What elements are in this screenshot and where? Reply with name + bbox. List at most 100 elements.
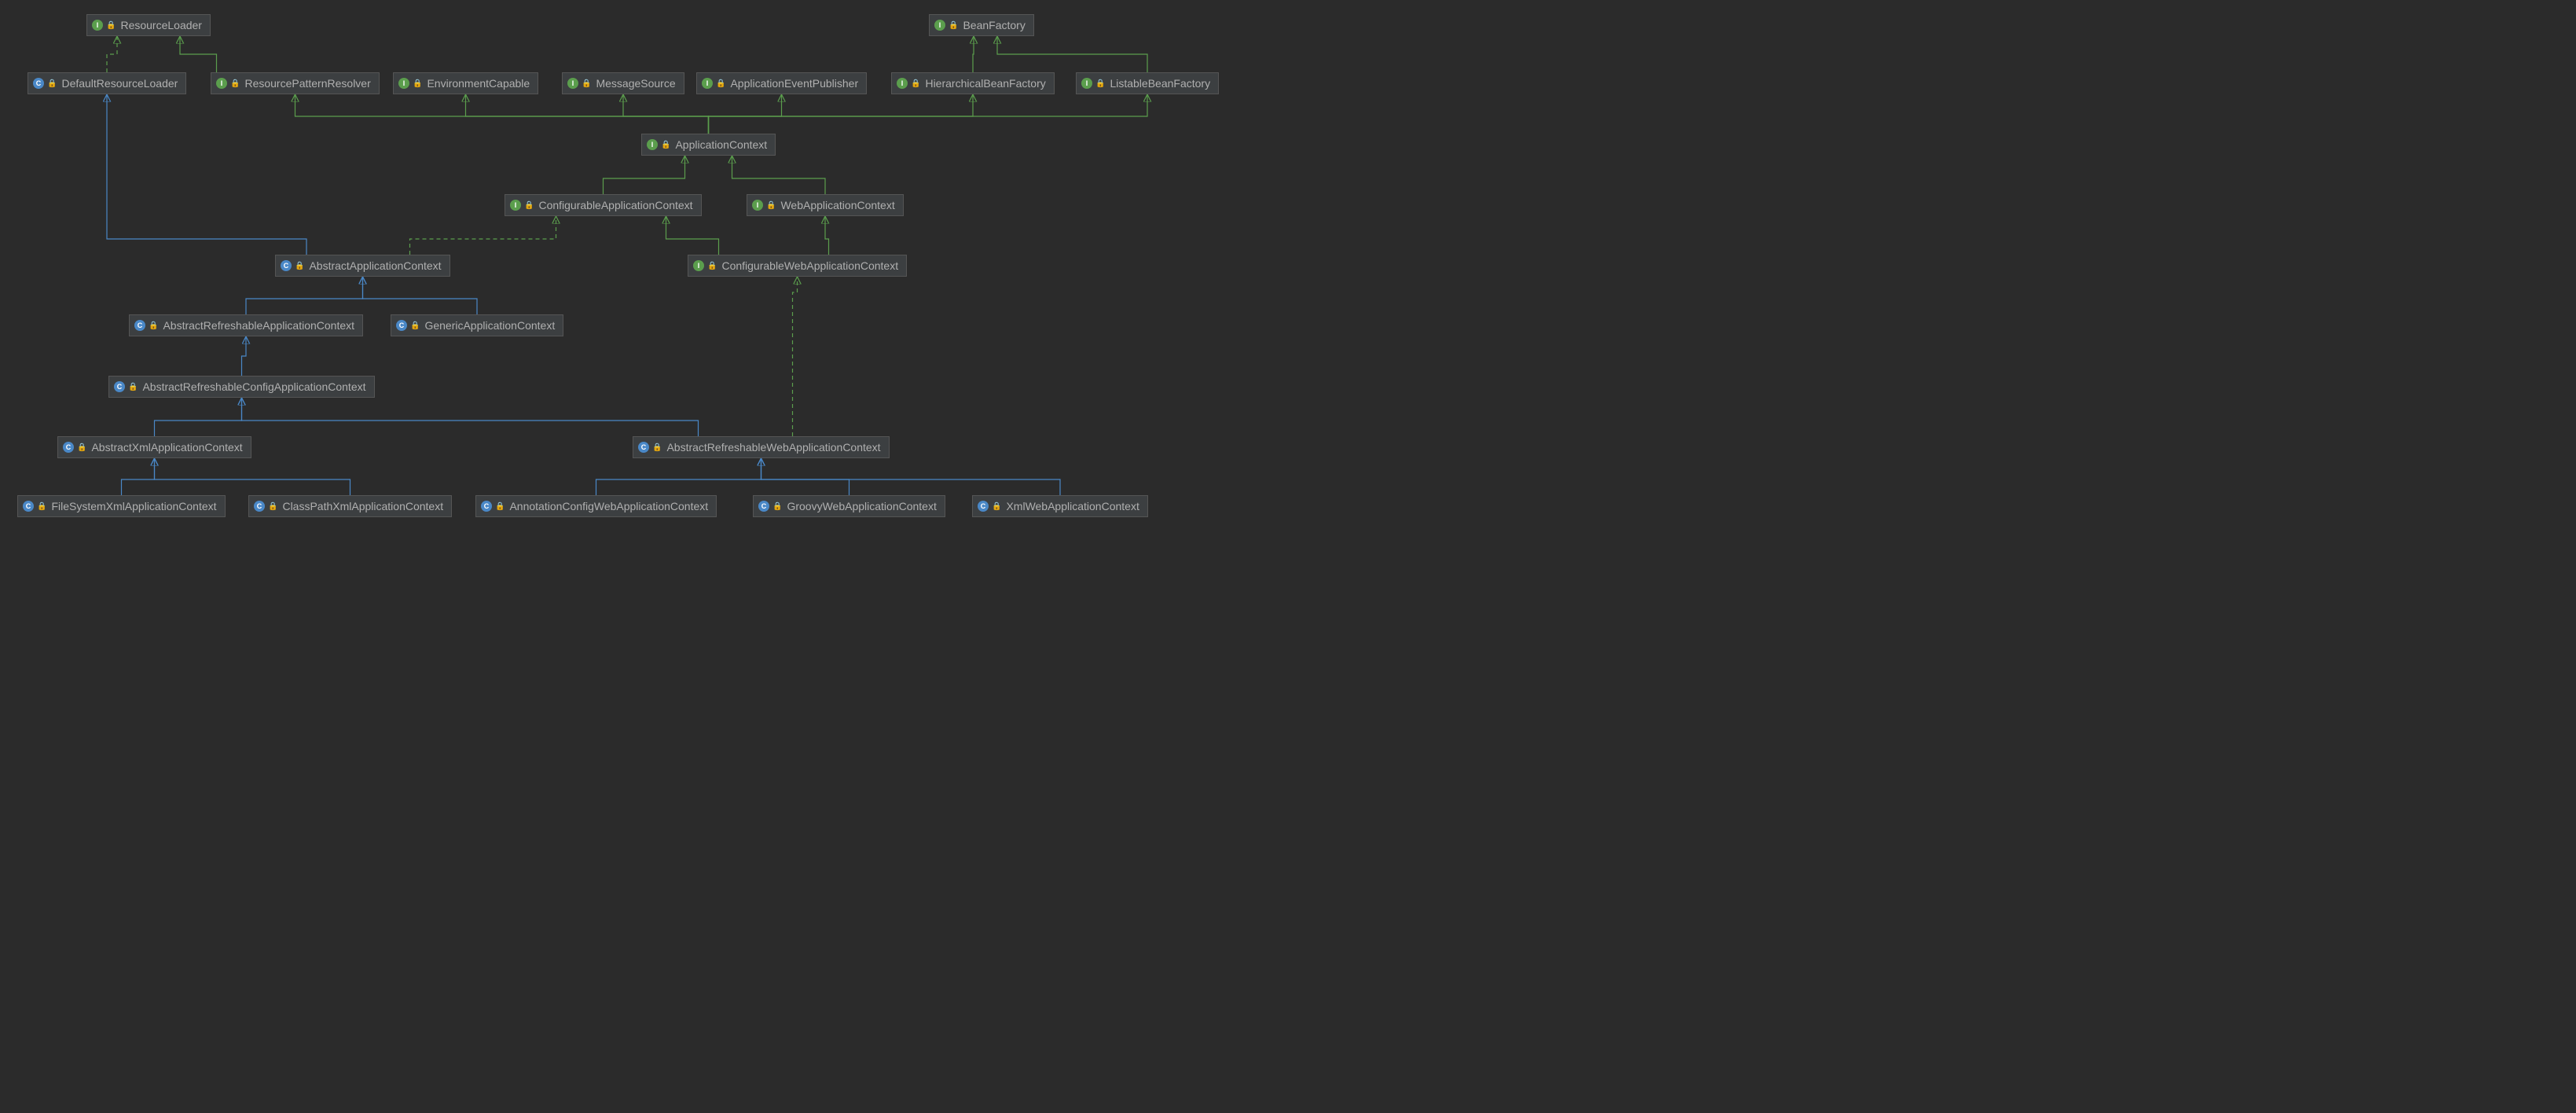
lock-icon: 🔒 (911, 79, 920, 88)
edge-ConfigurableWebApplicationContext-ConfigurableApplicationContext (666, 216, 719, 255)
lock-icon: 🔒 (47, 79, 57, 88)
class-icon: C (396, 320, 407, 331)
lock-icon: 🔒 (949, 21, 958, 30)
lock-icon: 🔒 (707, 262, 717, 270)
lock-icon: 🔒 (1095, 79, 1105, 88)
node-label: GroovyWebApplicationContext (787, 500, 936, 512)
interface-icon: I (1081, 78, 1092, 89)
node-AbstractRefreshableApplicationContext[interactable]: C🔒AbstractRefreshableApplicationContext (129, 314, 363, 336)
node-ClassPathXmlApplicationContext[interactable]: C🔒ClassPathXmlApplicationContext (248, 495, 452, 517)
class-icon: C (33, 78, 44, 89)
lock-icon: 🔒 (661, 141, 670, 149)
lock-icon: 🔒 (268, 502, 277, 511)
class-icon: C (481, 501, 492, 512)
node-label: HierarchicalBeanFactory (925, 77, 1045, 90)
interface-icon: I (702, 78, 713, 89)
edge-ApplicationContext-EnvironmentCapable (466, 94, 709, 134)
diagram-canvas: I🔒ResourceLoaderI🔒BeanFactoryC🔒DefaultRe… (0, 0, 1226, 534)
lock-icon: 🔒 (413, 79, 422, 88)
node-ConfigurableWebApplicationContext[interactable]: I🔒 ConfigurableWebApplicationContext (688, 255, 907, 277)
node-ConfigurableApplicationContext[interactable]: I🔒ConfigurableApplicationContext (505, 194, 702, 216)
lock-icon: 🔒 (410, 321, 420, 330)
node-AbstractXmlApplicationContext[interactable]: C🔒AbstractXmlApplicationContext (57, 436, 251, 458)
edge-AbstractRefreshableConfigApplicationContext-AbstractRefreshableApplicationContext (242, 336, 247, 376)
node-label: WebApplicationContext (780, 199, 894, 211)
node-DefaultResourceLoader[interactable]: C🔒 DefaultResourceLoader (28, 72, 186, 94)
lock-icon: 🔒 (582, 79, 591, 88)
node-ListableBeanFactory[interactable]: I🔒 ListableBeanFactory (1076, 72, 1219, 94)
node-MessageSource[interactable]: I 🔒 MessageSource (562, 72, 684, 94)
lock-icon: 🔒 (495, 502, 505, 511)
node-label: AnnotationConfigWebApplicationContext (509, 500, 708, 512)
node-AnnotationConfigWebApplicationContext[interactable]: C🔒 AnnotationConfigWebApplicationContext (475, 495, 717, 517)
interface-icon: I (693, 260, 704, 271)
edge-AbstractApplicationContext-DefaultResourceLoader (107, 94, 306, 255)
lock-icon: 🔒 (772, 502, 782, 511)
edge-AbstractRefreshableApplicationContext-AbstractApplicationContext (246, 277, 363, 314)
node-label: ConfigurableWebApplicationContext (721, 259, 898, 272)
node-AbstractRefreshableConfigApplicationContext[interactable]: C🔒AbstractRefreshableConfigApplicationCo… (108, 376, 375, 398)
lock-icon: 🔒 (128, 383, 138, 391)
node-XmlWebApplicationContext[interactable]: C🔒XmlWebApplicationContext (972, 495, 1148, 517)
node-label: ResourceLoader (120, 19, 202, 31)
node-WebApplicationContext[interactable]: I🔒WebApplicationContext (747, 194, 904, 216)
class-icon: C (254, 501, 265, 512)
node-label: ConfigurableApplicationContext (538, 199, 692, 211)
edge-HierarchicalBeanFactory-BeanFactory (973, 36, 974, 72)
edge-GenericApplicationContext-AbstractApplicationContext (363, 277, 478, 314)
lock-icon: 🔒 (149, 321, 158, 330)
edge-ApplicationContext-HierarchicalBeanFactory (709, 94, 974, 134)
node-label: ListableBeanFactory (1110, 77, 1210, 90)
abstract-class-icon: C (114, 381, 125, 392)
node-ApplicationEventPublisher[interactable]: I🔒 ApplicationEventPublisher (696, 72, 867, 94)
edge-AbstractRefreshableWebApplicationContext-ConfigurableWebApplicationContext (793, 277, 798, 436)
edge-GroovyWebApplicationContext-AbstractRefreshableWebApplicationContext (761, 458, 849, 495)
node-HierarchicalBeanFactory[interactable]: I🔒 HierarchicalBeanFactory (891, 72, 1055, 94)
node-ResourceLoader[interactable]: I🔒 ResourceLoader (86, 14, 211, 36)
node-label: AbstractRefreshableApplicationContext (163, 319, 354, 332)
class-icon: C (23, 501, 34, 512)
interface-icon: I (398, 78, 409, 89)
edge-ConfigurableWebApplicationContext-WebApplicationContext (825, 216, 829, 255)
node-ApplicationContext[interactable]: I🔒ApplicationContext (641, 134, 776, 156)
node-ResourcePatternResolver[interactable]: I🔒ResourcePatternResolver (211, 72, 380, 94)
lock-icon: 🔒 (524, 201, 534, 210)
node-GenericApplicationContext[interactable]: C🔒GenericApplicationContext (391, 314, 563, 336)
node-EnvironmentCapable[interactable]: I 🔒 EnvironmentCapable (393, 72, 538, 94)
interface-icon: I (216, 78, 227, 89)
class-icon: C (758, 501, 769, 512)
abstract-class-icon: C (638, 442, 649, 453)
edge-ListableBeanFactory-BeanFactory (997, 36, 1147, 72)
node-label: ApplicationEventPublisher (730, 77, 858, 90)
edge-ResourcePatternResolver-ResourceLoader (180, 36, 217, 72)
node-AbstractApplicationContext[interactable]: C🔒AbstractApplicationContext (275, 255, 450, 277)
interface-icon: I (567, 78, 578, 89)
edge-AbstractApplicationContext-ConfigurableApplicationContext (410, 216, 556, 255)
node-label: FileSystemXmlApplicationContext (51, 500, 216, 512)
edge-DefaultResourceLoader-ResourceLoader (107, 36, 117, 72)
interface-icon: I (934, 20, 945, 31)
edge-AnnotationConfigWebApplicationContext-AbstractRefreshableWebApplicationContext (596, 458, 761, 495)
edge-AbstractXmlApplicationContext-AbstractRefreshableConfigApplicationContext (155, 398, 242, 436)
lock-icon: 🔒 (716, 79, 725, 88)
lock-icon: 🔒 (992, 502, 1001, 511)
node-label: DefaultResourceLoader (61, 77, 178, 90)
node-FileSystemXmlApplicationContext[interactable]: C🔒 FileSystemXmlApplicationContext (17, 495, 226, 517)
node-label: EnvironmentCapable (427, 77, 530, 90)
lock-icon: 🔒 (106, 21, 116, 30)
node-label: AbstractRefreshableWebApplicationContext (666, 441, 880, 454)
edge-AbstractRefreshableWebApplicationContext-AbstractRefreshableConfigApplicationContext (242, 398, 699, 436)
lock-icon: 🔒 (766, 201, 776, 210)
edge-FileSystemXmlApplicationContext-AbstractXmlApplicationContext (122, 458, 155, 495)
node-label: BeanFactory (963, 19, 1025, 31)
node-BeanFactory[interactable]: I 🔒 BeanFactory (929, 14, 1034, 36)
class-icon: C (978, 501, 989, 512)
node-AbstractRefreshableWebApplicationContext[interactable]: C🔒 AbstractRefreshableWebApplicationConte… (633, 436, 890, 458)
lock-icon: 🔒 (652, 443, 662, 452)
node-GroovyWebApplicationContext[interactable]: C🔒 GroovyWebApplicationContext (753, 495, 945, 517)
lock-icon: 🔒 (37, 502, 46, 511)
lock-icon: 🔒 (77, 443, 86, 452)
node-label: MessageSource (596, 77, 675, 90)
interface-icon: I (92, 20, 103, 31)
interface-icon: I (897, 78, 908, 89)
